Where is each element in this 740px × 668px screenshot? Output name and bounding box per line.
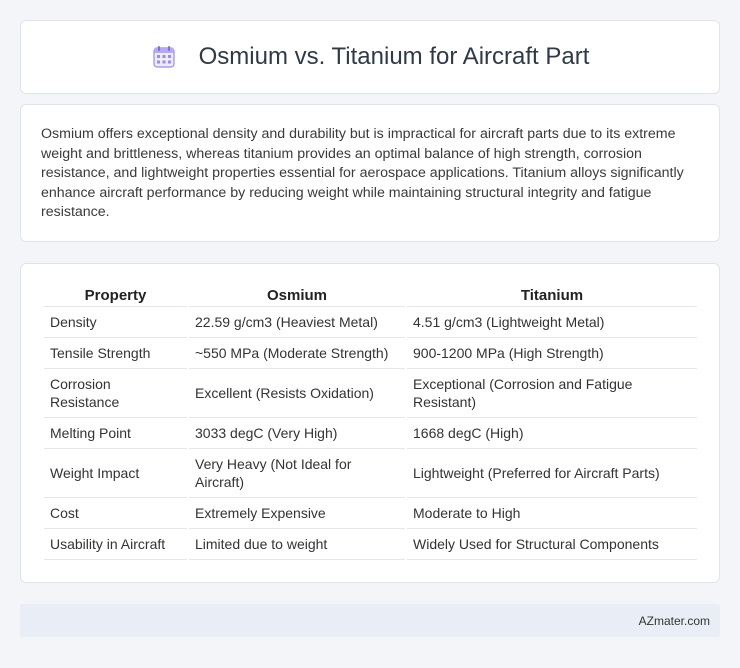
- titanium-cell: 900-1200 MPa (High Strength): [407, 338, 697, 369]
- table-row: Density 22.59 g/cm3 (Heaviest Metal) 4.5…: [44, 307, 697, 338]
- titanium-cell: 4.51 g/cm3 (Lightweight Metal): [407, 307, 697, 338]
- osmium-cell: 22.59 g/cm3 (Heaviest Metal): [189, 307, 405, 338]
- summary-card: Osmium offers exceptional density and du…: [20, 104, 720, 242]
- column-header-titanium: Titanium: [407, 285, 697, 307]
- table-row: Melting Point 3033 degC (Very High) 1668…: [44, 418, 697, 449]
- table-row: Weight Impact Very Heavy (Not Ideal for …: [44, 449, 697, 498]
- titanium-cell: 1668 degC (High): [407, 418, 697, 449]
- property-cell: Usability in Aircraft: [44, 529, 187, 560]
- page-title: Osmium vs. Titanium for Aircraft Part: [198, 43, 590, 70]
- property-cell: Density: [44, 307, 187, 338]
- table-row: Corrosion Resistance Excellent (Resists …: [44, 369, 697, 418]
- property-cell: Tensile Strength: [44, 338, 187, 369]
- titanium-cell: Widely Used for Structural Components: [407, 529, 697, 560]
- table-row: Usability in Aircraft Limited due to wei…: [44, 529, 697, 560]
- summary-text: Osmium offers exceptional density and du…: [41, 126, 684, 221]
- osmium-cell: Limited due to weight: [189, 529, 405, 560]
- property-cell: Weight Impact: [44, 449, 187, 498]
- comparison-table-card: Property Osmium Titanium Density 22.59 g…: [20, 263, 720, 583]
- osmium-cell: Extremely Expensive: [189, 498, 405, 529]
- column-header-osmium: Osmium: [189, 285, 405, 307]
- footer-site-link[interactable]: AZmater.com: [639, 614, 710, 628]
- property-cell: Cost: [44, 498, 187, 529]
- osmium-cell: Excellent (Resists Oxidation): [189, 369, 405, 418]
- property-cell: Melting Point: [44, 418, 187, 449]
- calendar-icon: [151, 44, 177, 70]
- table-row: Tensile Strength ~550 MPa (Moderate Stre…: [44, 338, 697, 369]
- column-header-property: Property: [44, 285, 187, 307]
- title-card: Osmium vs. Titanium for Aircraft Part: [20, 20, 720, 94]
- property-cell: Corrosion Resistance: [44, 369, 187, 418]
- titanium-cell: Moderate to High: [407, 498, 697, 529]
- table-header-row: Property Osmium Titanium: [44, 285, 697, 307]
- titanium-cell: Lightweight (Preferred for Aircraft Part…: [407, 449, 697, 498]
- comparison-table: Property Osmium Titanium Density 22.59 g…: [42, 285, 699, 560]
- table-row: Cost Extremely Expensive Moderate to Hig…: [44, 498, 697, 529]
- osmium-cell: 3033 degC (Very High): [189, 418, 405, 449]
- titanium-cell: Exceptional (Corrosion and Fatigue Resis…: [407, 369, 697, 418]
- osmium-cell: Very Heavy (Not Ideal for Aircraft): [189, 449, 405, 498]
- osmium-cell: ~550 MPa (Moderate Strength): [189, 338, 405, 369]
- footer: AZmater.com: [20, 604, 720, 637]
